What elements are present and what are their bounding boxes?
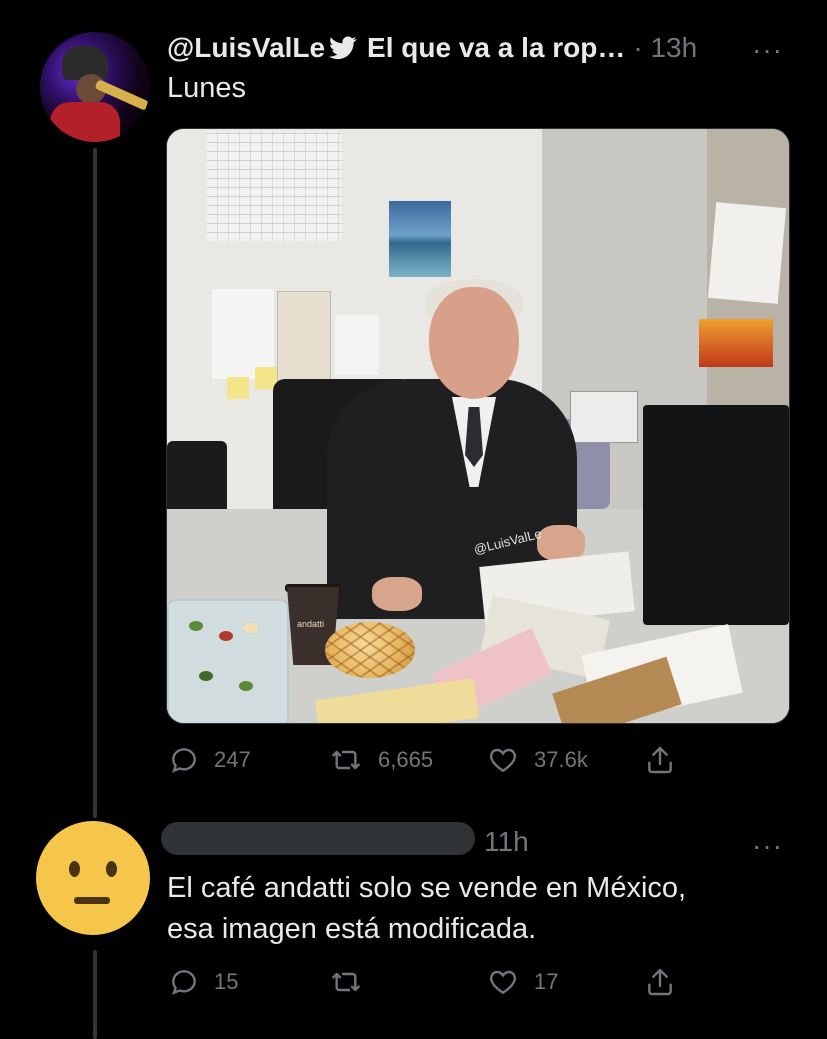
retweet-icon bbox=[328, 744, 364, 776]
reply-button[interactable]: 247 bbox=[168, 740, 251, 780]
man-hand bbox=[372, 577, 422, 611]
retweet-button[interactable] bbox=[328, 962, 378, 1002]
reply-icon bbox=[168, 966, 200, 998]
salad-veg bbox=[219, 631, 233, 641]
thread-connector-line-lower bbox=[93, 950, 97, 1039]
author-handle[interactable]: @LuisValLe bbox=[167, 32, 325, 64]
reply-count: 247 bbox=[214, 747, 251, 772]
tweet-timestamp[interactable]: · 13h bbox=[633, 32, 697, 64]
like-button[interactable]: 17 bbox=[486, 962, 558, 1002]
sticky-note bbox=[227, 377, 249, 399]
man-face bbox=[429, 287, 519, 399]
reply-actions: 15 17 bbox=[168, 962, 688, 1002]
emoji-eye bbox=[69, 861, 80, 877]
retweet-button[interactable]: 6,665 bbox=[328, 740, 433, 780]
retweet-count: 6,665 bbox=[378, 747, 434, 772]
salad-veg bbox=[199, 671, 213, 681]
tweet-media-image[interactable]: andatti @LuisValLe bbox=[166, 128, 790, 724]
salad-veg bbox=[244, 623, 258, 633]
avatar-neutral-face-icon[interactable] bbox=[36, 821, 150, 935]
more-icon[interactable]: ··· bbox=[752, 34, 783, 66]
reply-text: El café andatti solo se vende en México,… bbox=[167, 872, 687, 945]
like-count: 17 bbox=[534, 969, 559, 994]
salad-container bbox=[167, 599, 289, 723]
reply-button[interactable]: 15 bbox=[168, 962, 238, 1002]
tweet-text: Lunes bbox=[167, 72, 247, 104]
landscape-poster bbox=[389, 201, 451, 277]
avatar[interactable] bbox=[40, 32, 150, 142]
retweet-icon bbox=[328, 966, 364, 998]
tweet-actions: 247 6,665 37.6k bbox=[168, 740, 688, 780]
like-count: 37.6k bbox=[534, 747, 588, 772]
thread-connector-line bbox=[93, 148, 97, 818]
computer-monitor bbox=[643, 405, 789, 625]
tweet-header: @LuisValLe El que va a la rop… · 13h bbox=[167, 28, 697, 68]
reply-timestamp[interactable]: 11h bbox=[484, 826, 529, 858]
wall-paper bbox=[277, 291, 331, 388]
like-icon bbox=[486, 966, 520, 998]
redacted-author-name bbox=[161, 822, 475, 855]
timestamp-value: 13h bbox=[650, 32, 698, 63]
wall-calendar bbox=[207, 131, 342, 241]
wall-paper bbox=[707, 202, 787, 304]
more-icon[interactable]: ··· bbox=[752, 830, 783, 862]
emoji-eye bbox=[106, 861, 117, 877]
wall-paper bbox=[335, 315, 379, 375]
share-button[interactable] bbox=[644, 962, 676, 1002]
timestamp-separator: · bbox=[633, 32, 643, 63]
like-icon bbox=[486, 744, 520, 776]
salad-veg bbox=[189, 621, 203, 631]
cup-logo: andatti bbox=[297, 619, 325, 629]
printer bbox=[570, 391, 638, 443]
reply-count: 15 bbox=[214, 969, 239, 994]
avatar-shirt bbox=[50, 102, 120, 142]
concha-bread bbox=[325, 622, 415, 678]
share-button[interactable] bbox=[644, 740, 676, 780]
reply-icon bbox=[168, 744, 200, 776]
verified-bird-icon bbox=[329, 36, 357, 60]
emoji-mouth bbox=[74, 897, 110, 904]
sunset-postcard bbox=[699, 319, 773, 367]
wall-paper bbox=[212, 289, 274, 379]
share-icon bbox=[644, 744, 676, 776]
share-icon bbox=[644, 966, 676, 998]
author-display-name[interactable]: El que va a la rop… bbox=[367, 32, 625, 64]
salad-veg bbox=[239, 681, 253, 691]
like-button[interactable]: 37.6k bbox=[486, 740, 588, 780]
